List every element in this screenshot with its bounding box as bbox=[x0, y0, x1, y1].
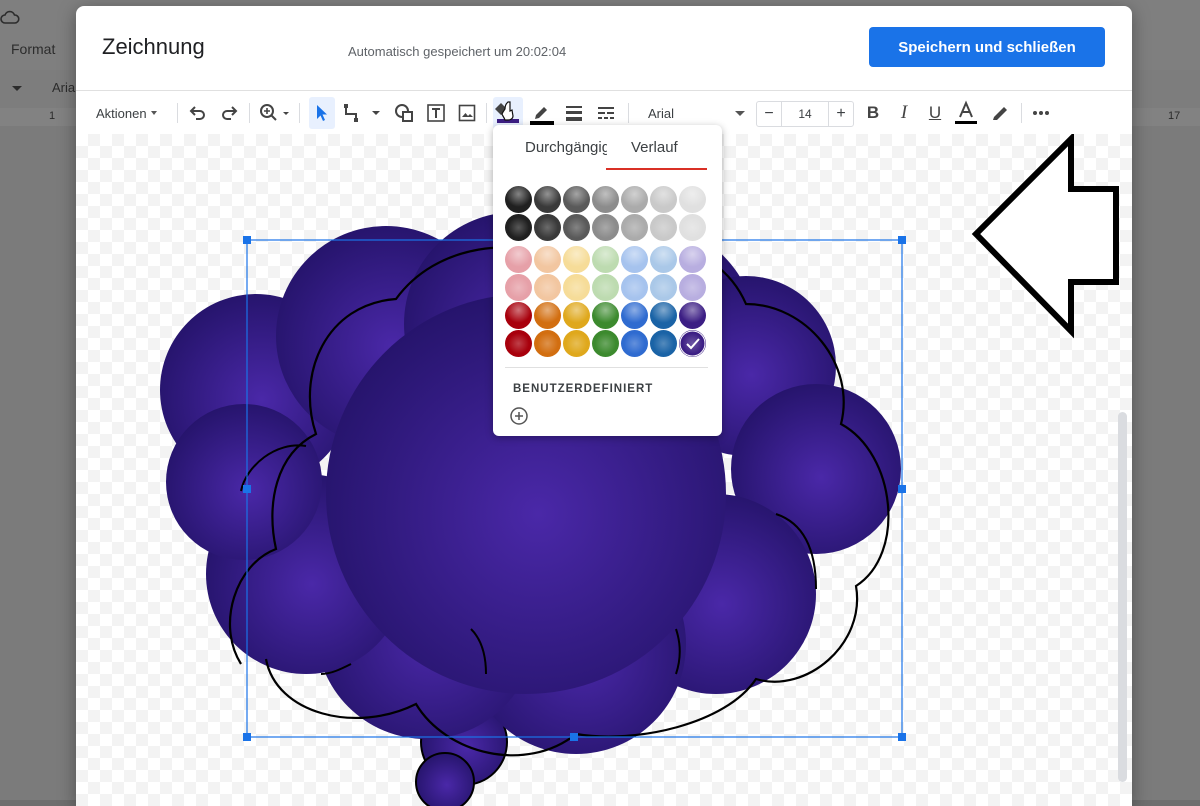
gradient-swatch[interactable] bbox=[621, 302, 648, 329]
image-icon[interactable] bbox=[455, 91, 479, 135]
gradient-swatch[interactable] bbox=[650, 302, 677, 329]
select-arrow-icon[interactable] bbox=[309, 97, 335, 129]
zoom-icon[interactable] bbox=[257, 91, 293, 135]
menu-format[interactable]: Format bbox=[11, 41, 55, 57]
gradient-swatch[interactable] bbox=[650, 246, 677, 273]
gradient-swatch[interactable] bbox=[650, 186, 677, 213]
bold-icon[interactable]: B bbox=[862, 91, 884, 135]
active-tab-indicator bbox=[606, 168, 707, 170]
gradient-swatch[interactable] bbox=[650, 214, 677, 241]
ruler-right-number: 17 bbox=[1168, 110, 1181, 122]
checkmark-icon bbox=[679, 330, 706, 361]
gradient-swatch[interactable] bbox=[505, 302, 532, 329]
gradient-swatch[interactable] bbox=[505, 330, 532, 357]
fill-color-popup: Durchgängig Verlauf BENUTZERDEFINIERT bbox=[493, 125, 722, 436]
vertical-scrollbar[interactable] bbox=[1118, 412, 1127, 782]
separator bbox=[486, 103, 487, 123]
gradient-swatch[interactable] bbox=[679, 186, 706, 213]
drawing-dialog: Zeichnung Automatisch gespeichert um 20:… bbox=[76, 6, 1132, 806]
gradient-swatch[interactable] bbox=[534, 274, 561, 301]
gradient-swatch[interactable] bbox=[534, 246, 561, 273]
gradient-swatch[interactable] bbox=[621, 214, 648, 241]
separator bbox=[299, 103, 300, 123]
gradient-swatch[interactable] bbox=[592, 274, 619, 301]
separator bbox=[249, 103, 250, 123]
background-font-fragment: Aria bbox=[52, 80, 76, 95]
gradient-swatch[interactable] bbox=[563, 246, 590, 273]
autosave-status: Automatisch gespeichert um 20:02:04 bbox=[348, 44, 567, 59]
gradient-swatch[interactable] bbox=[505, 274, 532, 301]
gradient-swatch[interactable] bbox=[534, 330, 561, 357]
separator bbox=[628, 103, 629, 123]
gradient-swatch[interactable] bbox=[563, 186, 590, 213]
italic-icon[interactable]: I bbox=[893, 91, 915, 135]
gradient-swatch[interactable] bbox=[621, 186, 648, 213]
text-box-icon[interactable] bbox=[424, 91, 448, 135]
ruler-left-number: 1 bbox=[49, 110, 56, 122]
gradient-swatch[interactable] bbox=[592, 246, 619, 273]
divider bbox=[505, 367, 708, 368]
add-custom-color-icon[interactable] bbox=[509, 406, 529, 426]
save-and-close-button[interactable]: Speichern und schließen bbox=[869, 27, 1105, 67]
redo-icon[interactable] bbox=[217, 91, 241, 135]
underline-icon[interactable]: U bbox=[924, 91, 946, 135]
gradient-swatch[interactable] bbox=[621, 246, 648, 273]
gradient-swatch[interactable] bbox=[534, 186, 561, 213]
gradient-swatch[interactable] bbox=[534, 214, 561, 241]
font-size-input[interactable]: 14 bbox=[781, 102, 829, 126]
gradient-swatch[interactable] bbox=[679, 214, 706, 241]
dialog-header: Zeichnung Automatisch gespeichert um 20:… bbox=[76, 6, 1132, 90]
line-tool-icon[interactable] bbox=[342, 91, 386, 135]
gradient-swatch[interactable] bbox=[679, 330, 706, 357]
separator bbox=[177, 103, 178, 123]
custom-colors-label: BENUTZERDEFINIERT bbox=[513, 383, 654, 395]
text-color-icon[interactable] bbox=[953, 91, 979, 135]
dialog-title: Zeichnung bbox=[102, 34, 205, 59]
tab-gradient[interactable]: Verlauf bbox=[631, 139, 678, 169]
decrease-font-size-button[interactable]: − bbox=[757, 102, 781, 126]
highlight-icon[interactable] bbox=[988, 91, 1012, 135]
gradient-swatch[interactable] bbox=[534, 302, 561, 329]
gradient-swatch[interactable] bbox=[621, 274, 648, 301]
gradient-swatch[interactable] bbox=[592, 214, 619, 241]
gradient-swatch[interactable] bbox=[592, 186, 619, 213]
gradient-swatch[interactable] bbox=[505, 246, 532, 273]
gradient-swatch[interactable] bbox=[563, 302, 590, 329]
shape-icon[interactable] bbox=[392, 91, 416, 135]
gradient-swatch[interactable] bbox=[563, 214, 590, 241]
gradient-swatch[interactable] bbox=[679, 274, 706, 301]
gradient-swatch[interactable] bbox=[563, 274, 590, 301]
tab-solid[interactable]: Durchgängig bbox=[525, 139, 607, 169]
font-label: Arial bbox=[648, 105, 675, 121]
chevron-down-icon bbox=[12, 86, 22, 91]
gradient-swatch[interactable] bbox=[650, 330, 677, 357]
undo-icon[interactable] bbox=[186, 91, 210, 135]
gradient-swatch[interactable] bbox=[563, 330, 590, 357]
gradient-swatch[interactable] bbox=[621, 330, 648, 357]
gradient-swatch[interactable] bbox=[650, 274, 677, 301]
gradient-swatch[interactable] bbox=[505, 186, 532, 213]
actions-label: Aktionen bbox=[96, 105, 147, 121]
more-options-icon[interactable] bbox=[1028, 91, 1054, 135]
separator bbox=[1021, 103, 1022, 123]
font-size-stepper: − 14 + bbox=[756, 101, 854, 127]
caret-down-icon bbox=[735, 110, 745, 116]
gradient-swatch[interactable] bbox=[505, 214, 532, 241]
actions-menu[interactable]: Aktionen bbox=[96, 91, 157, 135]
cloud-icon bbox=[0, 10, 20, 31]
caret-down-icon bbox=[150, 111, 157, 115]
gradient-swatch[interactable] bbox=[592, 302, 619, 329]
gradient-swatch[interactable] bbox=[679, 302, 706, 329]
increase-font-size-button[interactable]: + bbox=[829, 102, 853, 126]
gradient-swatch[interactable] bbox=[679, 246, 706, 273]
arrow-shape[interactable] bbox=[971, 134, 1119, 339]
gradient-swatch[interactable] bbox=[592, 330, 619, 357]
